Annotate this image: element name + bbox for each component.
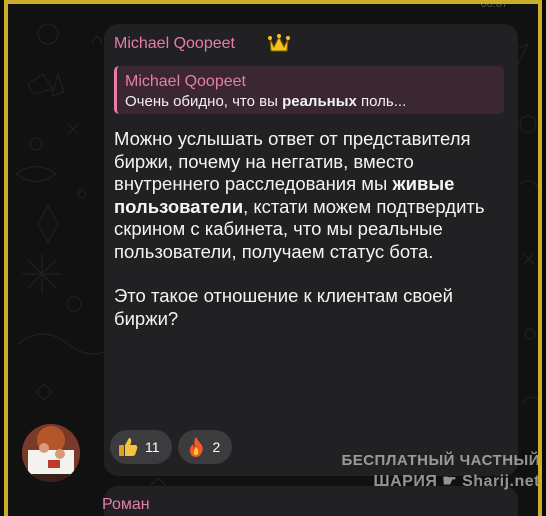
reply-text-start: Очень обидно, что вы — [125, 93, 283, 110]
thumbs-up-icon — [116, 435, 140, 459]
reply-text: Очень обидно, что вы реальных поль... — [125, 92, 497, 112]
reply-text-bold: реальных — [282, 93, 357, 110]
reply-sender-name: Michael Qoopeet — [125, 73, 246, 90]
message-text: Можно услышать ответ от представителя би… — [114, 128, 510, 330]
reactions-bar: 11 2 — [110, 430, 233, 464]
reaction-count: 11 — [145, 439, 160, 455]
fire-icon — [184, 435, 208, 459]
watermark: БЕСПЛАТНЫЙ ЧАСТНЫЙ ШАРИЯ ☛ Sharij.net — [320, 452, 540, 491]
crown-icon — [268, 34, 290, 52]
message-paragraph-2: Это такое отношение к клиентам своей бир… — [114, 285, 453, 329]
reaction-thumbs-up[interactable]: 11 — [110, 430, 172, 464]
message-bubble[interactable]: Michael Qoopeet Michael Qoopeet Очень об… — [104, 24, 518, 476]
reply-text-end: поль... — [356, 93, 407, 110]
watermark-line-1: БЕСПЛАТНЫЙ ЧАСТНЫЙ — [341, 452, 540, 469]
reaction-fire[interactable]: 2 — [177, 430, 233, 464]
next-sender-name[interactable]: Роман — [102, 496, 150, 514]
reply-quote[interactable]: Michael Qoopeet Очень обидно, что вы реа… — [114, 66, 504, 114]
pointing-hand-icon: ☛ — [442, 473, 458, 490]
status-time: 00:07 — [480, 0, 508, 10]
watermark-line-2-text: ШАРИЯ — [373, 473, 438, 490]
chat-frame: 00:07 Michael Qoopeet Michael Qoopeet Оч… — [4, 0, 542, 516]
sender-name[interactable]: Michael Qoopeet — [114, 35, 235, 53]
watermark-line-2: ШАРИЯ ☛ Sharij.net — [320, 471, 540, 491]
watermark-site: Sharij.net — [462, 473, 540, 490]
avatar-image — [22, 424, 80, 482]
reaction-count: 2 — [212, 439, 221, 455]
avatar[interactable] — [22, 424, 80, 482]
message-paragraph-1: Можно услышать ответ от представителя би… — [114, 128, 510, 263]
